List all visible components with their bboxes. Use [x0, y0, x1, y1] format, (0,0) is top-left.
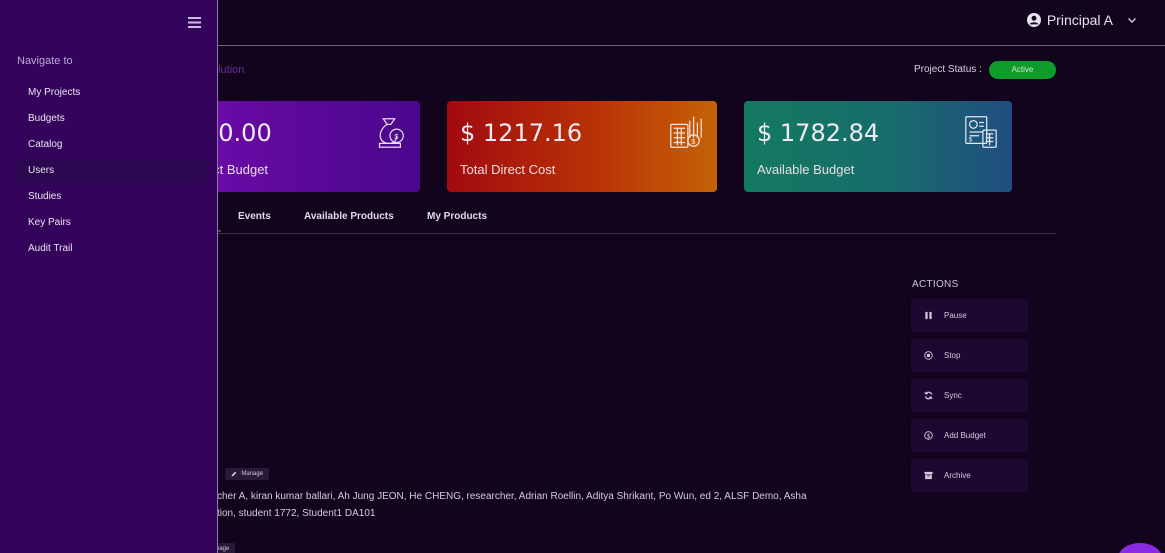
tab-available-products[interactable]: Available Products — [304, 211, 394, 222]
archive-label: Archive — [944, 471, 971, 480]
budget-report-icon: $ — [965, 116, 997, 148]
manage-label: Manage — [241, 471, 264, 477]
pencil-icon — [231, 471, 237, 477]
calculator-chart-icon: $ — [670, 116, 702, 148]
sidebar-item-key-pairs[interactable]: Key Pairs — [16, 211, 206, 235]
tab-my-products[interactable]: My Products — [427, 211, 487, 222]
dollar-circle-icon: $ — [924, 431, 933, 440]
sync-button[interactable]: Sync — [911, 379, 1028, 412]
sync-label: Sync — [944, 391, 962, 400]
chat-fab[interactable] — [1118, 543, 1162, 553]
svg-text:$: $ — [927, 433, 931, 440]
card-label: Total Direct Cost — [460, 162, 556, 177]
stop-label: Stop — [944, 351, 961, 360]
card-label: Available Budget — [757, 162, 855, 177]
actions-heading: ACTIONS — [912, 279, 959, 290]
svg-text:$: $ — [691, 137, 696, 146]
sidebar: Navigate to My Projects Budgets Catalog … — [0, 0, 218, 553]
stop-button[interactable]: Stop — [911, 339, 1028, 372]
project-tabs: Events Available Products My Products — [200, 203, 1056, 234]
project-status-label: Project Status : — [914, 64, 982, 75]
svg-text:$: $ — [394, 132, 399, 141]
project-budget-card: 00.00 ject Budget $ — [200, 101, 420, 192]
sidebar-item-studies[interactable]: Studies — [16, 185, 206, 209]
archive-icon — [924, 471, 933, 480]
add-budget-label: Add Budget — [944, 431, 986, 440]
archive-button[interactable]: Archive — [911, 459, 1028, 492]
sidebar-item-users[interactable]: Users — [16, 159, 206, 183]
hamburger-menu-icon[interactable] — [188, 17, 201, 28]
sidebar-item-budgets[interactable]: Budgets — [16, 107, 206, 131]
members-line: tion, student 1772, Student1 DA101 — [217, 508, 376, 519]
svg-text:$: $ — [969, 137, 973, 144]
user-menu[interactable]: Principal A — [1026, 12, 1137, 28]
user-name: Principal A — [1046, 12, 1113, 28]
tab-events[interactable]: Events — [238, 211, 271, 222]
money-bag-icon: $ — [378, 118, 404, 148]
sync-icon — [924, 391, 933, 400]
sidebar-title: Navigate to — [17, 55, 73, 67]
status-badge: Active — [989, 61, 1056, 79]
pause-button[interactable]: Pause — [911, 299, 1028, 332]
user-circle-icon — [1026, 13, 1041, 27]
members-heading: rs Manage — [209, 468, 270, 480]
pause-icon — [925, 311, 932, 320]
stop-icon — [924, 351, 933, 360]
sidebar-item-catalog[interactable]: Catalog — [16, 133, 206, 157]
members-line: cher A, kiran kumar ballari, Ah Jung JEO… — [217, 491, 807, 502]
pause-label: Pause — [944, 311, 967, 320]
chevron-down-icon — [1128, 18, 1136, 23]
members-list: cher A, kiran kumar ballari, Ah Jung JEO… — [217, 488, 837, 522]
sidebar-item-my-projects[interactable]: My Projects — [16, 81, 206, 105]
card-amount: $ 1782.84 — [757, 119, 880, 147]
add-budget-button[interactable]: $ Add Budget — [911, 419, 1028, 452]
card-amount: $ 1217.16 — [460, 119, 583, 147]
available-budget-card: $ 1782.84 Available Budget $ — [744, 101, 1012, 192]
total-direct-cost-card: $ 1217.16 Total Direct Cost $ — [447, 101, 717, 192]
sidebar-item-audit-trail[interactable]: Audit Trail — [16, 237, 206, 261]
manage-members-button[interactable]: Manage — [225, 468, 270, 480]
